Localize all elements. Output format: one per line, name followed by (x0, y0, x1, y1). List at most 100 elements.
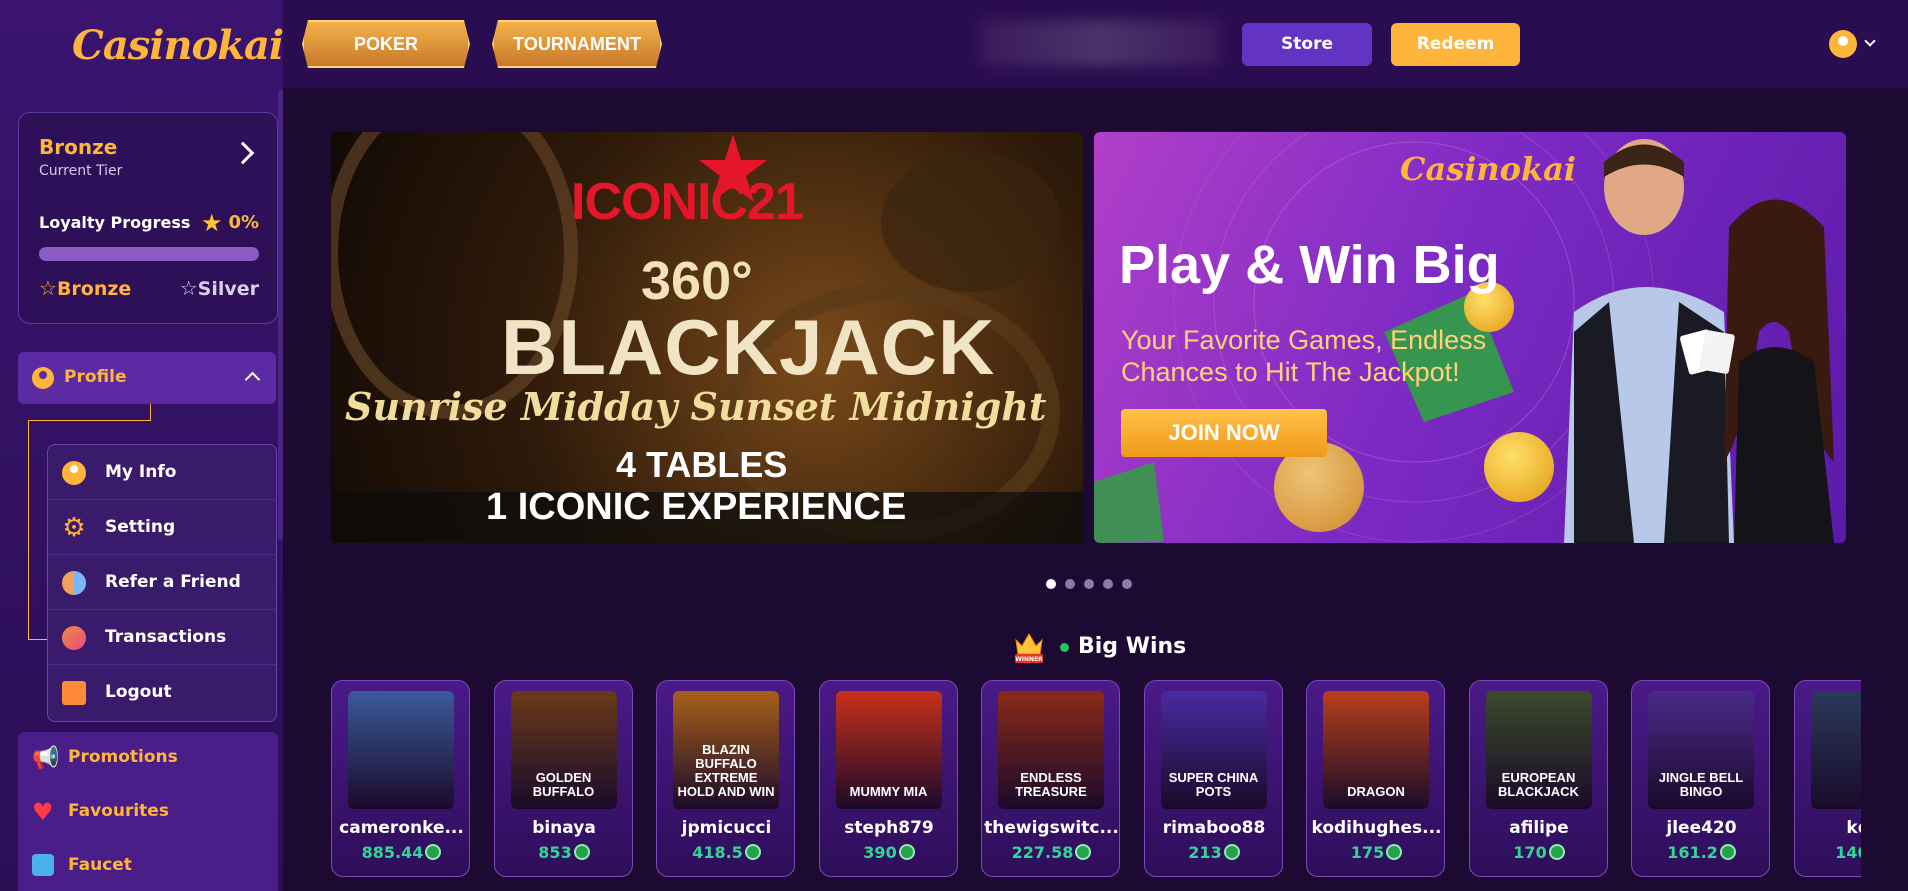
submenu-label: Refer a Friend (105, 572, 241, 592)
win-amount: 390 (820, 843, 959, 862)
sweep-coin-icon (898, 844, 915, 860)
sidebar-item-favourites[interactable]: ♥ Favourites (18, 786, 278, 840)
winner-username: jlee420 (1666, 818, 1737, 838)
sidebar-scrollbar[interactable] (278, 90, 283, 540)
win-amount: 175 (1307, 843, 1446, 862)
chevron-down-icon[interactable] (1864, 35, 1876, 47)
game-thumbnail-title: BLAZIN BUFFALO EXTREME HOLD AND WIN (677, 742, 775, 799)
game-thumbnail-title: DRAGON (1347, 784, 1405, 799)
winner-username: jpmicucci (681, 818, 772, 838)
logout-icon (62, 681, 86, 705)
big-win-card[interactable]: GOLDEN BUFFALO binaya 853 (493, 680, 634, 877)
game-thumbnail[interactable]: JINGLE BELL BINGO (1648, 691, 1754, 809)
win-amount: 418.5 (657, 843, 796, 862)
win-amount-value: 418.5 (692, 843, 743, 862)
big-wins-list: cameronke... 885.44 GOLDEN BUFFALO binaya 85… (331, 680, 1861, 891)
sidebar-item-promotions[interactable]: 📢 Promotions (18, 732, 278, 786)
current-tier-label: ☆Bronze (39, 276, 131, 300)
submenu-item-transactions[interactable]: Transactions (48, 610, 276, 665)
big-win-card[interactable]: kdo 140. (1793, 680, 1861, 877)
join-now-button[interactable]: JOIN NOW (1121, 409, 1327, 457)
game-thumbnail[interactable]: SUPER CHINA POTS (1160, 691, 1267, 809)
tier-name: Bronze (39, 135, 118, 159)
chevron-right-icon[interactable] (231, 141, 255, 165)
megaphone-icon: 📢 (32, 746, 60, 771)
game-thumbnail-title: EUROPEAN BLACKJACK (1498, 770, 1579, 799)
tier-card[interactable]: Bronze Current Tier Loyalty Progress ★ 0… (18, 112, 278, 324)
carousel-dot[interactable] (1103, 579, 1113, 589)
carousel-dot[interactable] (1122, 579, 1132, 589)
big-win-card[interactable]: cameronke... 885.44 (331, 680, 470, 877)
submenu-label: Logout (105, 682, 172, 702)
win-amount-value: 885.44 (361, 843, 424, 862)
winner-username: binaya (532, 818, 596, 838)
banner-title: Play & Win Big (1119, 235, 1500, 295)
sidebar-item-label: Faucet (68, 855, 132, 875)
winner-username: rimaboo88 (1162, 818, 1266, 838)
submenu-item-refer[interactable]: Refer a Friend (48, 555, 276, 610)
loyalty-progress-bar (39, 247, 259, 261)
win-amount: 161.2 (1632, 843, 1771, 862)
game-thumbnail-title: ENDLESS TREASURE (1015, 770, 1087, 799)
submenu-item-logout[interactable]: Logout (48, 665, 276, 720)
banner-play-win[interactable]: Casinokai Play & Win Big Your Favorite G… (1094, 132, 1846, 543)
win-amount-value: 390 (863, 843, 897, 862)
carousel-dot[interactable] (1084, 579, 1094, 589)
submenu-item-setting[interactable]: ⚙ Setting (48, 500, 276, 555)
game-thumbnail[interactable]: EUROPEAN BLACKJACK (1485, 691, 1592, 809)
win-amount-value: 853 (538, 843, 572, 862)
win-amount: 170 (1470, 843, 1609, 862)
banner-logo: Casinokai (1400, 150, 1577, 188)
big-win-card[interactable]: ENDLESS TREASURE thewigswitc... 227.58 (981, 680, 1120, 877)
win-amount: 853 (495, 843, 634, 862)
submenu-item-my-info[interactable]: My Info (48, 445, 276, 500)
game-thumbnail[interactable] (1810, 691, 1861, 809)
banner-experience: 1 ICONIC EXPERIENCE (486, 486, 907, 528)
star-icon: ★ (201, 209, 223, 237)
money-icon (62, 626, 86, 650)
game-thumbnail-title: MUMMY MIA (849, 784, 928, 799)
big-win-card[interactable]: BLAZIN BUFFALO EXTREME HOLD AND WIN jpmic… (656, 680, 795, 877)
big-win-card[interactable]: SUPER CHINA POTS rimaboo88 213 (1143, 680, 1283, 877)
banner-blackjack[interactable]: ICONIC21 360° BLACKJACK Sunrise Midday S… (331, 132, 1083, 543)
avatar[interactable] (1829, 30, 1857, 58)
win-amount-value: 213 (1188, 843, 1222, 862)
winner-username: steph879 (844, 818, 934, 838)
people-icon (62, 571, 86, 595)
tab-tournament[interactable]: TOURNAMENT (492, 20, 662, 68)
winner-username: kodihughes... (1311, 818, 1442, 838)
sidebar-item-faucet[interactable]: Faucet (18, 840, 278, 891)
big-win-card[interactable]: JINGLE BELL BINGO jlee420 161.2 (1631, 680, 1770, 877)
game-thumbnail-title: GOLDEN BUFFALO (532, 770, 595, 799)
game-thumbnail[interactable]: MUMMY MIA (835, 691, 942, 809)
tier-subtitle: Current Tier (39, 163, 123, 179)
game-thumbnail[interactable]: BLAZIN BUFFALO EXTREME HOLD AND WIN (673, 691, 779, 809)
game-thumbnail[interactable]: ENDLESS TREASURE (998, 691, 1104, 809)
carousel-dot[interactable] (1046, 579, 1056, 589)
profile-menu-toggle[interactable]: Profile (18, 352, 276, 404)
big-win-card[interactable]: EUROPEAN BLACKJACK afilipe 170 (1468, 680, 1609, 877)
game-thumbnail[interactable] (348, 691, 454, 809)
tab-poker[interactable]: POKER (302, 20, 470, 68)
blurred-balance (980, 20, 1220, 66)
carousel-dot[interactable] (1065, 579, 1075, 589)
next-tier-name: Silver (197, 278, 259, 300)
game-thumbnail[interactable]: GOLDEN BUFFALO (510, 691, 617, 809)
game-thumbnail[interactable]: DRAGON (1323, 691, 1429, 809)
game-thumbnail-title: SUPER CHINA POTS (1168, 770, 1259, 799)
sweep-coin-icon (425, 844, 442, 860)
crown-label: WINNER (1015, 656, 1043, 663)
heart-icon: ♥ (32, 798, 54, 826)
win-amount: 140. (1795, 843, 1861, 862)
banner-tables: 4 TABLES (616, 444, 788, 485)
winner-username: thewigswitc... (984, 818, 1119, 838)
redeem-button[interactable]: Redeem (1391, 23, 1520, 66)
gear-icon: ⚙ (62, 513, 86, 543)
win-amount-value: 161.2 (1667, 843, 1718, 862)
win-amount-value: 170 (1513, 843, 1547, 862)
top-bar: POKER TOURNAMENT Store Redeem (283, 0, 1908, 88)
store-button[interactable]: Store (1242, 23, 1372, 66)
brand-logo[interactable]: Casinokai (72, 22, 284, 69)
big-win-card[interactable]: MUMMY MIA steph879 390 (818, 680, 959, 877)
big-win-card[interactable]: DRAGON kodihughes... 175 (1306, 680, 1445, 877)
